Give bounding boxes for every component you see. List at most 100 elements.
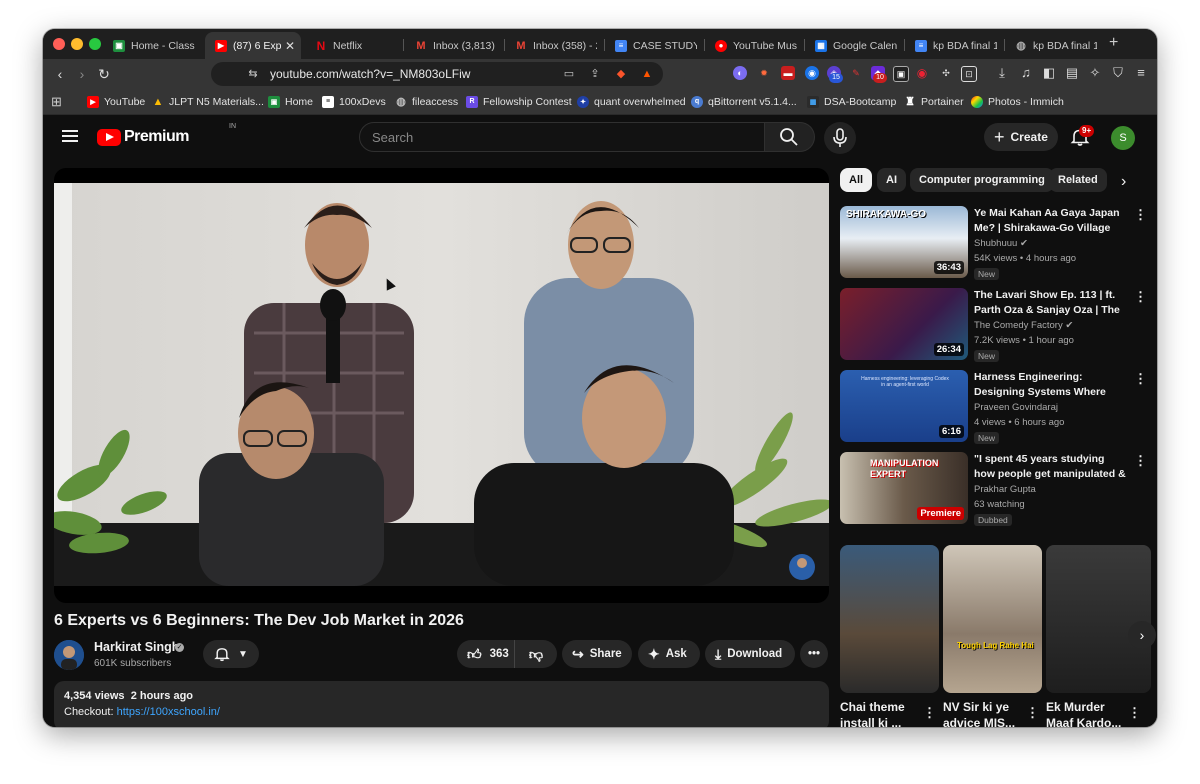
wallet-icon[interactable]: ▤ <box>1064 65 1080 81</box>
menu-icon[interactable]: ≡ <box>1133 65 1149 81</box>
chip-computer-programming[interactable]: Computer programming <box>910 168 1054 192</box>
vpn-icon[interactable]: ⛉ <box>1110 65 1126 81</box>
tab-bda-1[interactable]: ≡ kp BDA final 1 <box>905 32 1003 59</box>
close-window-button[interactable] <box>53 38 65 50</box>
media-icon[interactable]: ♫ <box>1018 65 1034 81</box>
recommendation-item[interactable]: SHIRAKAWA-GO 36:43 Ye Mai Kahan Aa Gaya … <box>840 206 1150 280</box>
more-vert-icon[interactable]: ⋮ <box>1128 705 1141 721</box>
channel-name: Praveen Govindaraj <box>974 402 1058 413</box>
brave-shield-icon[interactable]: ◆ <box>613 66 629 82</box>
back-icon[interactable]: ‹ <box>50 64 70 84</box>
maximize-window-button[interactable] <box>89 38 101 50</box>
chip-all[interactable]: All <box>840 168 873 192</box>
checkout-link[interactable]: https://100xschool.in/ <box>117 706 220 718</box>
thumbnail-text: Harness engineering: leveraging Codex in… <box>861 376 949 388</box>
more-vert-icon[interactable]: ⋮ <box>1134 454 1147 467</box>
chip-ai[interactable]: AI <box>877 168 906 192</box>
extension-icon[interactable]: ▬ <box>781 66 795 80</box>
puzzle-icon[interactable]: ✣ <box>939 66 953 80</box>
download-icon: ⤓ <box>715 645 722 662</box>
channel-name: Shubhuuu ✔ <box>974 238 1028 249</box>
more-vert-icon[interactable]: ⋮ <box>1134 372 1147 385</box>
share-button[interactable]: ↪ Share <box>562 640 632 668</box>
forward-icon[interactable]: › <box>72 64 92 84</box>
cast-icon[interactable]: ▭ <box>561 66 577 82</box>
bookmark-portainer[interactable]: ♜ Portainer <box>904 94 964 109</box>
bookmark-qbittorrent[interactable]: q qBittorrent v5.1.4... <box>691 94 797 109</box>
extension-icon[interactable]: ◉ <box>805 66 819 80</box>
ask-button[interactable]: ✦ Ask <box>638 640 700 668</box>
address-bar[interactable]: ⇆ youtube.com/watch?v=_NM803oLFiw ▭ ⇪ ◆ … <box>211 62 663 86</box>
like-button[interactable]: 👍︎ 363 <box>457 640 515 668</box>
bookmark-fellowship[interactable]: R Fellowship Contest <box>466 94 572 109</box>
sidebar-icon[interactable]: ◧ <box>1041 65 1057 81</box>
bell-icon <box>214 648 230 662</box>
extension-icon[interactable]: ✹ <box>757 66 771 80</box>
bookmark-home[interactable]: ▣ Home <box>268 94 313 109</box>
tab-youtube-active[interactable]: ▶ (87) 6 Expe ✕ <box>205 32 301 59</box>
more-vert-icon[interactable]: ⋮ <box>1026 705 1039 721</box>
extension-icon[interactable]: ◐ <box>733 66 747 80</box>
user-avatar[interactable]: S <box>1111 126 1135 150</box>
recommendation-item[interactable]: Harness engineering: leveraging Codex in… <box>840 370 1150 444</box>
bookmark-fileaccess[interactable]: ◍ fileaccess <box>395 94 458 109</box>
bookmark-jlpt[interactable]: ▲ JLPT N5 Materials... <box>152 94 264 109</box>
new-tab-button[interactable]: + <box>1109 34 1118 52</box>
tab-classroom[interactable]: ▣ Home - Classroom <box>103 32 201 59</box>
apps-grid-icon[interactable]: ⊞ <box>51 94 62 109</box>
more-vert-icon[interactable]: ⋮ <box>923 705 936 721</box>
tab-bda-2[interactable]: ◍ kp BDA final 1 <box>1005 32 1103 59</box>
bookmark-100xdevs[interactable]: ≡ 100xDevs <box>322 94 386 109</box>
channel-name[interactable]: Harkirat Singh <box>94 640 179 654</box>
share-page-icon[interactable]: ⇪ <box>587 66 603 82</box>
voice-search-button[interactable] <box>824 122 856 154</box>
short-thumbnail[interactable] <box>1046 545 1151 693</box>
tab-gmail-1[interactable]: M Inbox (3,813) - <box>405 32 503 59</box>
bookmark-youtube[interactable]: ▶ YouTube <box>87 94 145 109</box>
tab-netflix[interactable]: N Netflix <box>305 32 401 59</box>
short-thumbnail[interactable] <box>840 545 939 693</box>
youtube-premium-logo[interactable]: Premium IN <box>97 123 236 146</box>
short-thumbnail[interactable]: Tough Lag Rahe Hai <box>943 545 1042 693</box>
brave-rewards-icon[interactable]: ▲ <box>639 66 655 82</box>
bookmark-quant[interactable]: ✦ quant overwhelmed <box>577 94 686 109</box>
more-vert-icon[interactable]: ⋮ <box>1134 290 1147 303</box>
more-actions-button[interactable]: ••• <box>800 640 828 668</box>
extension-icon[interactable]: ◉ <box>915 66 929 80</box>
tab-case-study[interactable]: ≡ CASE STUDY- <box>605 32 703 59</box>
download-button[interactable]: ⤓ Download <box>705 640 795 668</box>
site-settings-icon[interactable]: ⇆ <box>245 66 261 82</box>
chevron-right-icon[interactable]: › <box>1128 621 1156 649</box>
short-title[interactable]: NV Sir ki ye advice MIS... <box>943 699 1023 727</box>
extension-icon[interactable]: ⊡ <box>961 66 977 82</box>
more-vert-icon[interactable]: ⋮ <box>1134 208 1147 221</box>
recommendation-item[interactable]: MANIPULATION EXPERT Premiere "I spent 45… <box>840 452 1150 526</box>
share-icon: ↪ <box>572 645 584 662</box>
dislike-button[interactable]: 👎︎ <box>515 640 557 668</box>
tab-calendar[interactable]: ▦ Google Calendar <box>805 32 903 59</box>
download-icon[interactable]: ⤓ <box>994 65 1010 81</box>
extension-icon[interactable]: ▣ <box>893 66 909 82</box>
create-button[interactable]: + Create <box>984 123 1058 151</box>
reload-icon[interactable]: ↻ <box>94 64 114 84</box>
extension-icon[interactable]: ✎ <box>849 66 863 80</box>
bookmark-immich[interactable]: Photos - Immich <box>971 94 1064 109</box>
subscribed-notifications-button[interactable]: ▼ <box>203 640 259 668</box>
bookmark-dsa[interactable]: ▦ DSA-Bootcamp <box>807 94 896 109</box>
minimize-window-button[interactable] <box>71 38 83 50</box>
recommendation-item[interactable]: 26:34 The Lavari Show Ep. 113 | ft. Part… <box>840 288 1150 362</box>
search-button[interactable] <box>765 122 815 152</box>
chevron-right-icon[interactable]: › <box>1121 173 1126 191</box>
search-input[interactable]: Search <box>359 122 765 152</box>
short-title[interactable]: Chai theme install ki ... <box>840 699 920 727</box>
menu-icon[interactable] <box>62 130 78 142</box>
tab-gmail-2[interactable]: M Inbox (358) - 2 <box>505 32 603 59</box>
close-tab-icon[interactable]: ✕ <box>285 39 295 53</box>
tab-youtube-music[interactable]: ● YouTube Music <box>705 32 803 59</box>
chip-related[interactable]: Related <box>1049 168 1107 192</box>
leo-ai-icon[interactable]: ✧ <box>1087 65 1103 81</box>
video-player[interactable] <box>54 168 829 603</box>
short-title[interactable]: Ek Murder Maaf Kardo... <box>1046 699 1126 727</box>
description-box[interactable]: 4,354 views 2 hours ago Checkout: https:… <box>54 681 829 727</box>
channel-avatar[interactable] <box>54 640 84 670</box>
